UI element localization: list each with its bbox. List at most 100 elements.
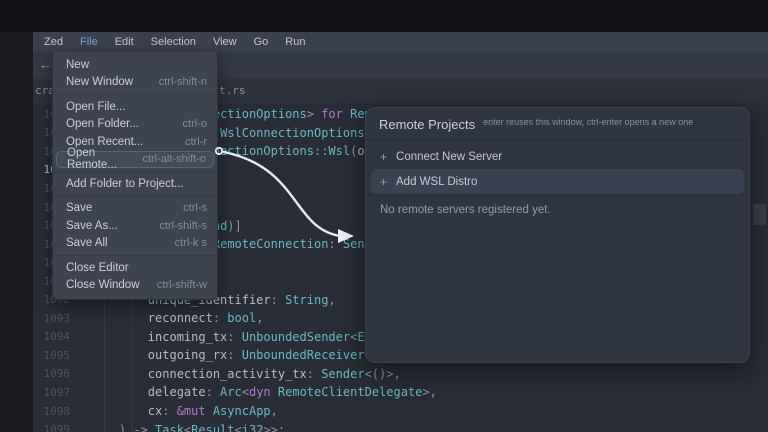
menubar-item-file[interactable]: File — [80, 36, 98, 48]
connect-new-server-button[interactable]: +Connect New Server — [371, 144, 744, 169]
menu-item-open-file[interactable]: Open File... — [53, 98, 217, 116]
code-line-1097[interactable]: 1097delegate: Arc<dyn RemoteClientDelega… — [33, 383, 768, 402]
code-line-1098[interactable]: 1098 cx: &mut AsyncApp, — [33, 402, 768, 421]
code-token: bool — [227, 311, 256, 325]
menubar-item-zed[interactable]: Zed — [44, 36, 63, 48]
menu-separator — [53, 94, 217, 95]
menu-item-new-window[interactable]: New Windowctrl-shift-n — [53, 74, 217, 92]
code-token: Result — [191, 423, 234, 432]
code-token: :: — [314, 144, 328, 158]
menu-item-add-folder-to-project[interactable]: Add Folder to Project... — [53, 175, 217, 193]
line-number: 1093 — [33, 312, 70, 325]
code-token: &mut — [177, 404, 206, 418]
code-token: i32 — [242, 423, 264, 432]
menu-item-new[interactable]: New — [53, 56, 217, 74]
menu-item-label: Close Editor — [66, 262, 207, 274]
code-token: Wsl — [328, 144, 350, 158]
menu-item-label: Open File... — [66, 101, 207, 113]
code-token: Sender — [321, 367, 364, 381]
code-token: connection_activity_tx — [148, 367, 307, 381]
menu-item-shortcut: ctrl-s — [183, 202, 207, 214]
code-token: cx — [148, 404, 162, 418]
code-token: : — [307, 367, 321, 381]
menu-item-label: Close Window — [66, 279, 157, 291]
code-token: >>; — [263, 423, 285, 432]
code-token: : — [162, 404, 176, 418]
code-token: : — [328, 237, 342, 251]
menu-item-shortcut: ctrl-r — [185, 136, 207, 148]
code-token: WslConnectionOptions — [220, 126, 365, 140]
menu-item-label: Open Remote... — [67, 147, 142, 171]
menubar-item-view[interactable]: View — [213, 36, 237, 48]
code-token: : — [206, 385, 220, 399]
menu-item-close-editor[interactable]: Close Editor — [53, 259, 217, 277]
line-number: 1095 — [33, 349, 70, 362]
remote-projects-modal: Remote Projects enter reuses this window… — [365, 107, 750, 363]
code-token — [271, 385, 278, 399]
menu-item-shortcut: ctrl-shift-w — [157, 279, 207, 291]
menu-item-save-all[interactable]: Save Allctrl-k s — [53, 235, 217, 253]
code-token: AsyncApp — [213, 404, 271, 418]
code-text: connection_activity_tx: Sender<()>, — [90, 367, 401, 381]
code-text: cx: &mut AsyncApp, — [90, 404, 278, 418]
menu-separator — [53, 196, 217, 197]
menubar-item-edit[interactable]: Edit — [115, 36, 134, 48]
add-wsl-distro-button[interactable]: +Add WSL Distro — [371, 169, 744, 194]
remote-projects-header: Remote Projects enter reuses this window… — [366, 108, 749, 141]
menu-item-shortcut: ctrl-shift-n — [159, 76, 207, 88]
code-token: RemoteConnection — [213, 237, 329, 251]
menu-item-label: Open Folder... — [66, 118, 183, 130]
code-token: : — [271, 293, 285, 307]
menu-item-label: New — [66, 59, 207, 71]
empty-state-message: No remote servers registered yet. — [366, 195, 749, 225]
menu-item-shortcut: ctrl-k s — [175, 237, 207, 249]
code-token: : — [227, 330, 241, 344]
file-menu: New New Windowctrl-shift-n Open File... Ope… — [52, 52, 218, 300]
code-token: UnboundedSender — [242, 330, 350, 344]
menu-bar: Zed File Edit Selection View Go Run — [33, 32, 768, 52]
code-token: dyn — [249, 385, 271, 399]
menu-item-open-folder[interactable]: Open Folder...ctrl-o — [53, 116, 217, 134]
code-line-1096[interactable]: 1096connection_activity_tx: Sender<()>, — [33, 365, 768, 384]
code-token: outgoing_rx — [148, 348, 227, 362]
editor-scrollbar-thumb[interactable] — [753, 204, 766, 225]
desktop-background-top — [0, 0, 768, 32]
code-token: > — [307, 107, 314, 121]
code-token: UnboundedReceiver — [242, 348, 365, 362]
menu-item-label: Open Recent... — [66, 136, 185, 148]
code-token: )] — [227, 219, 241, 233]
code-token: incoming_tx — [148, 330, 227, 344]
code-token: : — [213, 311, 227, 325]
menu-item-open-remote[interactable]: Open Remote...ctrl-alt-shift-o — [56, 151, 214, 169]
menu-item-shortcut: ctrl-shift-s — [159, 220, 207, 232]
code-token: ) -> — [119, 423, 155, 432]
plus-icon: + — [380, 175, 387, 189]
menu-item-label: New Window — [66, 76, 159, 88]
back-arrow-icon[interactable]: ← — [39, 57, 52, 72]
code-token: Task — [155, 423, 184, 432]
menu-item-label: Save As... — [66, 220, 159, 232]
modal-title: Remote Projects — [379, 117, 475, 132]
code-line-1099[interactable]: 1099) -> Task<Result<i32>>; — [33, 420, 768, 432]
line-number: 1098 — [33, 405, 70, 418]
zed-window: ZedFileEditSelectionViewGoRun ← cra t.rs… — [0, 0, 768, 432]
code-token: < — [242, 385, 249, 399]
line-number: 1099 — [33, 423, 70, 432]
code-text: reconnect: bool, — [90, 311, 263, 325]
menu-item-shortcut: ctrl-o — [183, 118, 207, 130]
menu-item-save[interactable]: Savectrl-s — [53, 200, 217, 218]
menubar-item-go[interactable]: Go — [254, 36, 269, 48]
menubar-item-selection[interactable]: Selection — [151, 36, 196, 48]
code-token: reconnect — [148, 311, 213, 325]
menubar-item-run[interactable]: Run — [285, 36, 305, 48]
menu-item-shortcut: ctrl-alt-shift-o — [142, 153, 206, 165]
breadcrumb-filename-fragment: t.rs — [219, 84, 246, 97]
menu-item-close-window[interactable]: Close Windowctrl-shift-w — [53, 277, 217, 295]
code-token: for — [321, 107, 343, 121]
code-token: , — [256, 311, 263, 325]
menu-item-save-as[interactable]: Save As...ctrl-shift-s — [53, 217, 217, 235]
menu-item-label: Add Folder to Project... — [66, 178, 207, 190]
action-label: Connect New Server — [396, 151, 502, 163]
code-token: >, — [422, 385, 436, 399]
code-text: delegate: Arc<dyn RemoteClientDelegate>, — [90, 385, 437, 399]
